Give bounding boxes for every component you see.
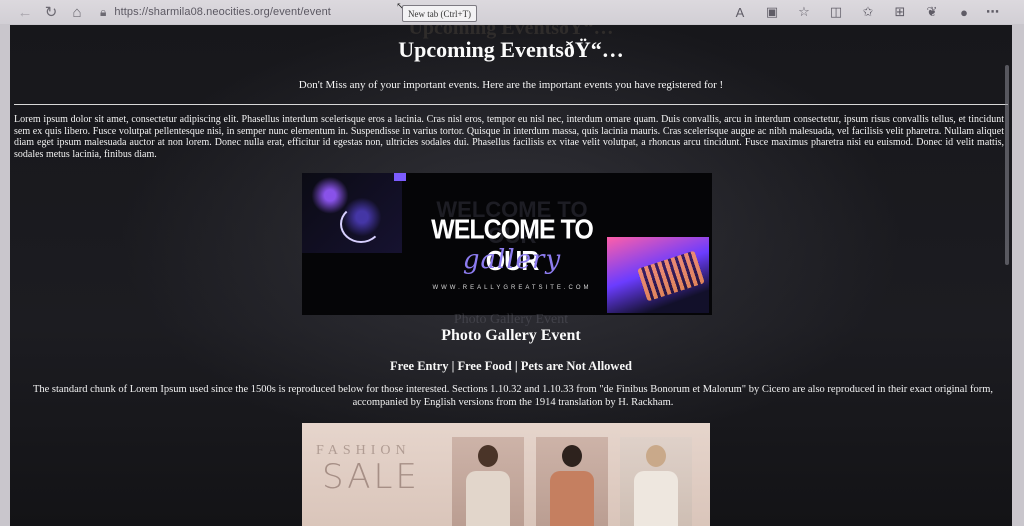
- purple-accent: [394, 173, 406, 181]
- page-title: Upcoming EventsðŸ“…: [398, 37, 624, 62]
- address-bar[interactable]: https://sharmila08.neocities.org/event/e…: [114, 6, 331, 18]
- gallery-script-text: gallery: [462, 245, 562, 275]
- menu-icon[interactable]: ⋯: [980, 1, 1006, 23]
- collections-icon[interactable]: ⊞: [884, 1, 916, 23]
- profile-icon[interactable]: ●: [948, 1, 980, 23]
- browser-actions: A ▣ ☆ ◫ ✩ ⊞ ❦ ● ⋯: [724, 0, 1006, 24]
- keyboard-photo: [302, 173, 402, 253]
- refresh-icon[interactable]: ↻: [38, 1, 64, 23]
- divider: [14, 104, 1008, 105]
- copilot-icon[interactable]: ❦: [916, 1, 948, 23]
- split-screen-icon[interactable]: ◫: [820, 1, 852, 23]
- laptop-photo: [607, 237, 709, 313]
- laptop-keyboard: [637, 250, 705, 302]
- page-subtitle: Don't Miss any of your important events.…: [298, 79, 724, 91]
- page-viewport: Upcoming EventsðŸ“… Upcoming EventsðŸ“… …: [10, 25, 1012, 526]
- read-aloud-icon[interactable]: A: [724, 1, 756, 23]
- event-description: The standard chunk of Lorem Ipsum used s…: [32, 384, 994, 408]
- gallery-site-url: WWW.REALLYGREATSITE.COM: [432, 285, 592, 291]
- favorite-star-icon[interactable]: ☆: [788, 1, 820, 23]
- model-photo: [620, 437, 692, 526]
- gallery-banner-image: WELCOME TO OUR WELCOME TO OUR gallery WW…: [302, 173, 712, 315]
- intro-paragraph: Lorem ipsum dolor sit amet, consectetur …: [14, 114, 1004, 160]
- scrollbar[interactable]: [1005, 65, 1009, 265]
- immersive-reader-icon[interactable]: ▣: [756, 1, 788, 23]
- event-title-shadow: Photo Gallery Event: [453, 312, 569, 327]
- model-photo: [536, 437, 608, 526]
- fashion-sale-image: FASHION SALE: [302, 423, 710, 526]
- mouse-light-ring: [340, 205, 382, 243]
- lock-icon[interactable]: 🔒︎: [100, 5, 106, 20]
- browser-toolbar: ← ↻ ⌂ 🔒︎ https://sharmila08.neocities.or…: [0, 0, 1024, 24]
- back-icon[interactable]: ←: [12, 1, 38, 23]
- event-info: Free Entry | Free Food | Pets are Not Al…: [390, 359, 632, 373]
- sale-text: SALE: [322, 457, 420, 497]
- model-photo: [452, 437, 524, 526]
- new-tab-tooltip: New tab (Ctrl+T): [402, 5, 478, 22]
- favorites-icon[interactable]: ✩: [852, 1, 884, 23]
- event-title: Photo Gallery Event: [441, 327, 581, 344]
- home-icon[interactable]: ⌂: [64, 1, 90, 23]
